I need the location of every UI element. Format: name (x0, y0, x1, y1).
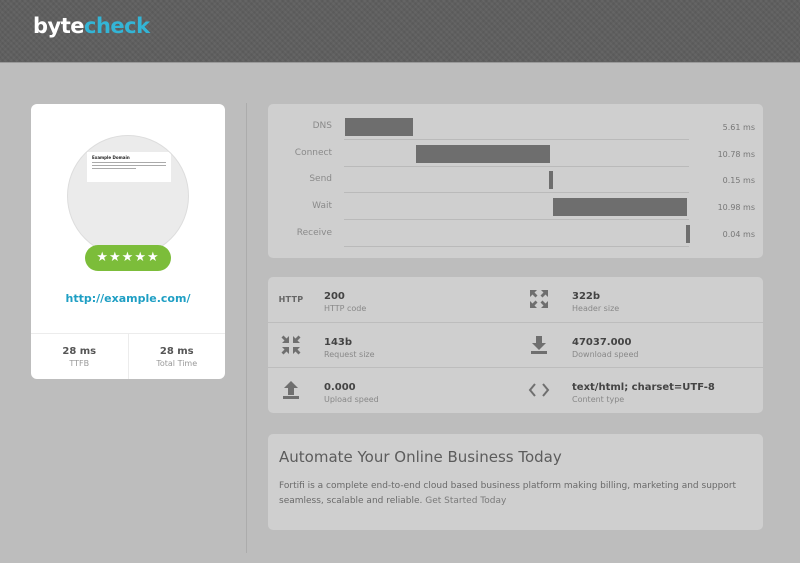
thumbnail-text-line (92, 162, 166, 163)
response-info-panel: HTTP 200 HTTP code 322b Header size 143b… (268, 277, 763, 413)
info-value: 143b (324, 337, 353, 348)
column-divider (246, 103, 247, 553)
bytecheck-logo[interactable]: bytecheck (33, 14, 150, 38)
timing-baseline (344, 192, 689, 193)
thumbnail-text-line (92, 165, 166, 166)
timing-row-send: Send 0.15 ms (268, 167, 763, 193)
timing-value: 0.15 ms (722, 176, 755, 185)
timing-row-receive: Receive 0.04 ms (268, 221, 763, 247)
promo-cta-link[interactable]: Get Started Today (425, 496, 506, 506)
rating-stars-badge: ★★★★★ (85, 245, 171, 271)
code-icon (526, 380, 552, 400)
timing-bar-receive (686, 225, 690, 243)
info-row: HTTP 200 HTTP code 322b Header size (268, 277, 763, 322)
timing-bar-send (549, 171, 553, 189)
site-summary-card: Example Domain ★★★★★ http://example.com/… (31, 104, 225, 379)
top-header: bytecheck (0, 0, 800, 63)
card-stats: 28 ms TTFB 28 ms Total Time (31, 333, 225, 379)
info-label: Request size (324, 350, 375, 359)
stat-label: TTFB (69, 359, 90, 368)
expand-icon (526, 289, 552, 309)
info-label: Content type (572, 395, 625, 404)
timing-value: 0.04 ms (722, 230, 755, 239)
info-value: 47037.000 (572, 337, 632, 348)
info-row: 0.000 Upload speed text/html; charset=UT… (268, 367, 763, 413)
logo-text-check: check (84, 14, 150, 38)
timing-bar-dns (345, 118, 413, 136)
info-request-size: 143b Request size (268, 323, 516, 368)
timing-value: 5.61 ms (722, 123, 755, 132)
stat-ttfb: 28 ms TTFB (31, 334, 128, 379)
timing-row-connect: Connect 10.78 ms (268, 141, 763, 167)
promo-title[interactable]: Automate Your Online Business Today (279, 448, 562, 466)
info-label: HTTP code (324, 304, 367, 313)
info-row: 143b Request size 47037.000 Download spe… (268, 322, 763, 367)
thumbnail-text-line (92, 168, 137, 169)
timing-label: Wait (312, 201, 332, 211)
timing-label: Send (309, 174, 332, 184)
info-content-type: text/html; charset=UTF-8 Content type (516, 368, 763, 413)
promo-text: Fortifi is a complete end-to-end cloud b… (279, 481, 737, 506)
info-label: Header size (572, 304, 620, 313)
info-value: 0.000 (324, 382, 356, 393)
logo-text-byte: byte (33, 14, 85, 38)
compress-icon (278, 335, 304, 355)
thumbnail-title: Example Domain (92, 155, 130, 160)
timing-waterfall-panel: DNS 5.61 ms Connect 10.78 ms Send 0.15 m… (268, 104, 763, 258)
stat-value: 28 ms (159, 346, 194, 357)
timing-baseline (344, 246, 689, 247)
info-label: Upload speed (324, 395, 379, 404)
info-label: Download speed (572, 350, 639, 359)
timing-row-wait: Wait 10.98 ms (268, 194, 763, 220)
http-icon: HTTP (278, 294, 304, 304)
timing-row-dns: DNS 5.61 ms (268, 114, 763, 140)
timing-label: DNS (312, 121, 332, 131)
site-thumbnail: Example Domain (67, 135, 189, 257)
timing-value: 10.98 ms (717, 203, 755, 212)
thumbnail-page-preview: Example Domain (87, 152, 171, 182)
info-value: 322b (572, 291, 601, 302)
promo-body: Fortifi is a complete end-to-end cloud b… (279, 479, 749, 509)
timing-baseline (344, 219, 689, 220)
timing-bar-wait (553, 198, 687, 216)
timing-value: 10.78 ms (717, 150, 755, 159)
upload-icon (278, 380, 304, 400)
stat-value: 28 ms (62, 346, 97, 357)
stat-total-time: 28 ms Total Time (127, 334, 226, 379)
timing-label: Connect (294, 148, 332, 158)
stat-label: Total Time (156, 359, 198, 368)
info-download-speed: 47037.000 Download speed (516, 323, 763, 368)
timing-baseline (344, 139, 689, 140)
info-http-code: HTTP 200 HTTP code (268, 277, 516, 322)
site-url-link[interactable]: http://example.com/ (31, 292, 225, 305)
info-upload-speed: 0.000 Upload speed (268, 368, 516, 413)
info-value: 200 (324, 291, 345, 302)
promo-panel: Automate Your Online Business Today Fort… (268, 434, 763, 530)
info-header-size: 322b Header size (516, 277, 763, 322)
timing-label: Receive (296, 228, 332, 238)
info-value: text/html; charset=UTF-8 (572, 382, 715, 393)
download-icon (526, 335, 552, 355)
timing-bar-connect (416, 145, 550, 163)
